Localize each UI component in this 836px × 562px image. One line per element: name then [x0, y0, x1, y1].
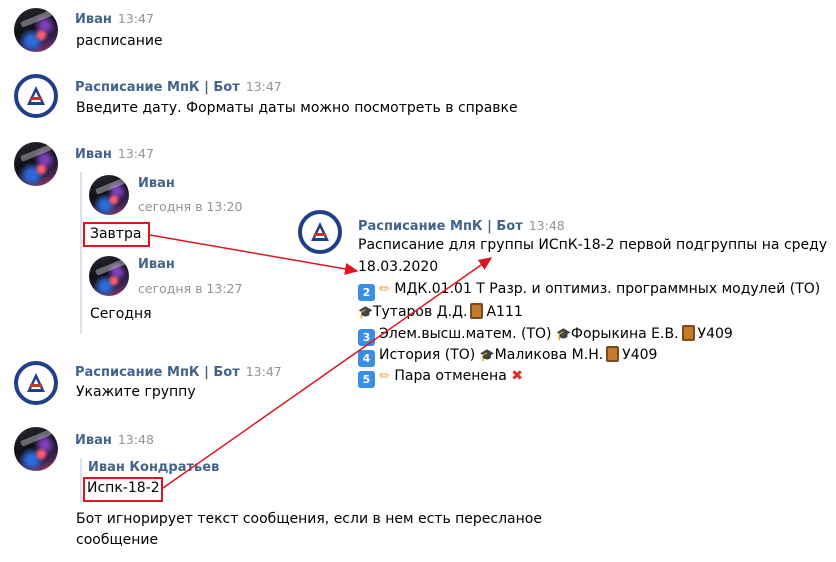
highlight-box — [83, 477, 163, 502]
forwarded-bar — [80, 458, 82, 502]
lesson-subject: История (ТО) — [379, 347, 476, 363]
schedule-lesson: 3 Элем.высш.матем. (ТО) 🎓Форыкина Е.В. У40… — [358, 325, 733, 346]
bot-avatar[interactable] — [298, 210, 342, 254]
avatar[interactable] — [14, 142, 58, 186]
message-author[interactable]: Расписание МпК | Бот 13:48 — [358, 218, 565, 234]
pencil-icon: ✏ — [379, 369, 390, 384]
keycap-number-icon: 5 — [358, 371, 375, 388]
schedule-lesson: 4 История (ТО) 🎓Маликова М.Н. У409 — [358, 346, 657, 367]
author-name[interactable]: Иван — [75, 433, 112, 448]
bot-avatar[interactable] — [14, 361, 58, 405]
keycap-number-icon: 2 — [358, 284, 375, 301]
schedule-lesson-details: 🎓Тутаров Д.Д. А111 — [358, 303, 523, 320]
message-text: сообщение — [76, 532, 159, 548]
message-author[interactable]: Расписание МпК | Бот 13:47 — [75, 79, 282, 95]
forwarded-time: сегодня в 13:27 — [138, 281, 243, 296]
cross-icon: ✖ — [511, 368, 523, 384]
schedule-header: Расписание для группы ИСпК-18-2 первой п… — [358, 237, 828, 253]
message-time: 13:48 — [528, 218, 565, 233]
schedule-lesson: 5 ✏ Пара отменена ✖ — [358, 368, 523, 388]
keycap-number-icon: 4 — [358, 350, 375, 367]
author-name[interactable]: Расписание МпК | Бот — [75, 80, 240, 95]
message-author[interactable]: Иван 13:48 — [75, 432, 154, 448]
lesson-subject: Пара отменена — [394, 368, 507, 384]
message-time: 13:48 — [117, 432, 154, 447]
graduation-cap-icon: 🎓 — [479, 348, 495, 362]
schedule-lesson: 2 ✏ МДК.01.01 Т Разр. и оптимиз. программ… — [358, 281, 820, 301]
college-emblem-icon — [311, 222, 329, 241]
highlight-box — [83, 222, 150, 247]
author-name[interactable]: Иван — [75, 12, 112, 27]
message-time: 13:47 — [245, 364, 282, 379]
avatar[interactable] — [14, 427, 58, 471]
graduation-cap-icon: 🎓 — [358, 305, 373, 319]
avatar[interactable] — [14, 8, 58, 52]
college-emblem-icon — [27, 86, 45, 105]
pencil-icon: ✏ — [379, 282, 390, 297]
lesson-room: У409 — [622, 347, 658, 363]
graduation-cap-icon: 🎓 — [555, 327, 571, 341]
message-text: Укажите группу — [76, 384, 196, 400]
schedule-date: 18.03.2020 — [358, 259, 439, 275]
forwarded-author[interactable]: Иван Кондратьев — [88, 460, 219, 475]
message-text: Введите дату. Форматы даты можно посмотр… — [76, 100, 518, 116]
lesson-subject: Элем.высш.матем. (ТО) — [379, 326, 552, 342]
lesson-teacher: Маликова М.Н. — [494, 347, 604, 363]
lesson-room: У409 — [697, 326, 733, 342]
message-time: 13:47 — [117, 146, 154, 161]
door-icon — [681, 325, 695, 341]
lesson-teacher: Форыкина Е.В. — [570, 326, 679, 342]
message-author[interactable]: Иван 13:47 — [75, 11, 154, 27]
message-text: Бот игнорирует текст сообщения, если в н… — [76, 511, 542, 527]
lesson-subject: МДК.01.01 Т Разр. и оптимиз. программных… — [394, 281, 821, 297]
author-name[interactable]: Расписание МпК | Бот — [75, 365, 240, 380]
forwarded-text: Сегодня — [90, 306, 152, 322]
bot-avatar[interactable] — [14, 74, 58, 118]
door-icon — [470, 303, 484, 319]
message-time: 13:47 — [117, 11, 154, 26]
message-text: расписание — [76, 33, 163, 49]
forwarded-avatar[interactable] — [89, 175, 129, 215]
door-icon — [606, 346, 620, 362]
forwarded-author[interactable]: Иван — [138, 176, 175, 191]
message-time: 13:47 — [245, 79, 282, 94]
forwarded-avatar[interactable] — [89, 256, 129, 296]
keycap-number-icon: 3 — [358, 329, 375, 346]
forwarded-time: сегодня в 13:20 — [138, 199, 243, 214]
author-name[interactable]: Расписание МпК | Бот — [358, 219, 523, 234]
forwarded-author[interactable]: Иван — [138, 257, 175, 272]
message-author[interactable]: Иван 13:47 — [75, 146, 154, 162]
lesson-teacher: Тутаров Д.Д. — [372, 304, 468, 320]
forwarded-bar — [80, 172, 82, 334]
college-emblem-icon — [27, 373, 45, 392]
message-author[interactable]: Расписание МпК | Бот 13:47 — [75, 364, 282, 380]
author-name[interactable]: Иван — [75, 147, 112, 162]
lesson-room: А111 — [486, 304, 523, 320]
